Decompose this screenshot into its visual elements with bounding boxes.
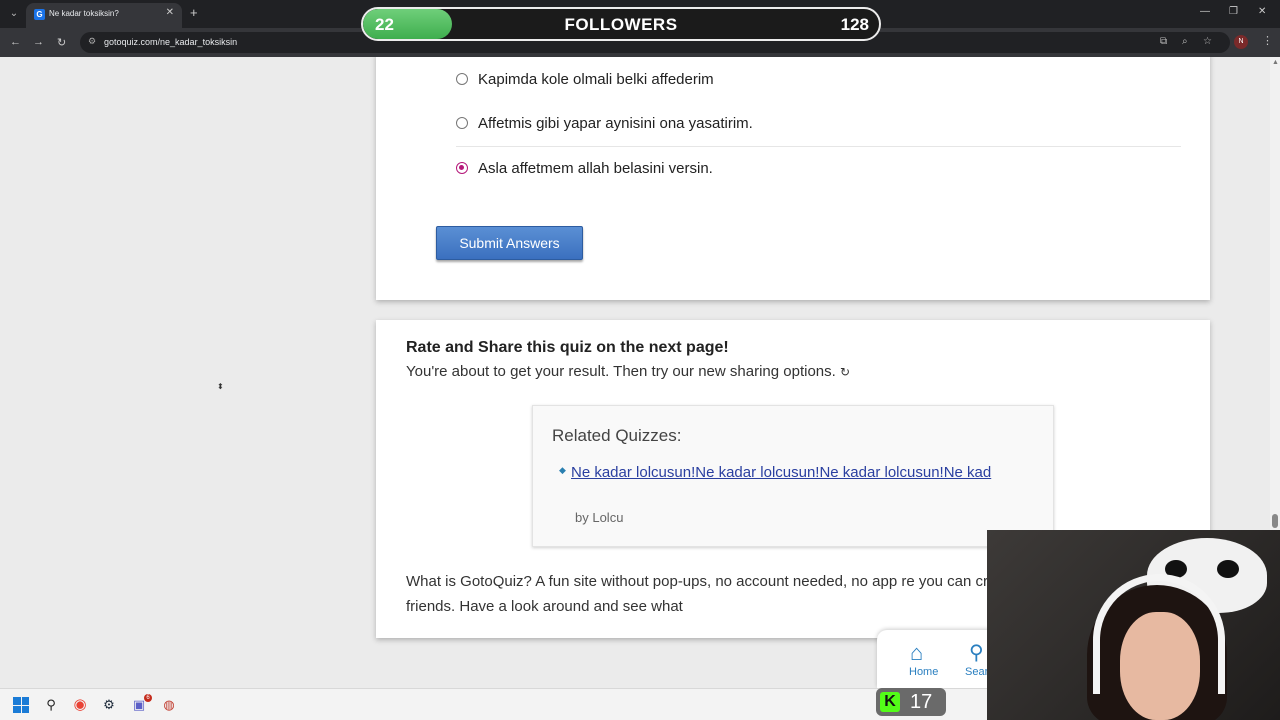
resize-cursor-icon: ⬍ [217, 382, 224, 391]
answer-option[interactable]: Affetmis gibi yapar aynisini ona yasatir… [456, 102, 1181, 146]
tab-title: Ne kadar toksiksin? [49, 9, 119, 18]
answer-radio[interactable] [456, 162, 468, 174]
share-text: You're about to get your result. Then tr… [406, 363, 850, 380]
chrome-icon[interactable]: ◉ [71, 696, 89, 714]
answer-option[interactable]: Asla affetmem allah belasini versin. [456, 146, 1181, 190]
tab-search-icon[interactable]: ⌄ [6, 6, 22, 22]
related-quiz-link[interactable]: Ne kadar lolcusun!Ne kadar lolcusun!Ne k… [560, 460, 1020, 485]
headset-image [1093, 574, 1225, 694]
share-title: Rate and Share this quiz on the next pag… [406, 339, 729, 356]
tab-close-icon[interactable]: ✕ [166, 7, 174, 18]
steam-icon[interactable]: ⚙ [100, 696, 118, 714]
obs-icon[interactable]: ◍ [160, 696, 178, 714]
kick-logo-icon: K [880, 692, 900, 712]
taskbar-search-icon[interactable]: ⚲ [42, 696, 60, 714]
home-label[interactable]: Home [909, 666, 938, 678]
restore-icon[interactable]: ❐ [1229, 6, 1238, 17]
zoom-icon[interactable]: ⌕ [1182, 36, 1188, 47]
minimize-icon[interactable]: — [1200, 6, 1210, 17]
answer-label[interactable]: Asla affetmem allah belasini versin. [478, 160, 713, 177]
followers-label: FOLLOWERS [564, 15, 678, 34]
kick-viewer-counter: K 17 [876, 688, 946, 716]
site-info-icon[interactable]: ⚙ [88, 36, 96, 47]
reload-icon[interactable]: ↻ [57, 36, 66, 49]
back-icon[interactable]: ← [10, 36, 21, 48]
quiz-question-card: Kapimda kole olmali belki affederim Affe… [376, 57, 1210, 300]
search-label[interactable]: Sear [965, 666, 988, 678]
answer-radio[interactable] [456, 117, 468, 129]
bookmark-star-icon[interactable]: ☆ [1203, 36, 1212, 47]
webcam-overlay [987, 530, 1280, 720]
gotoquiz-favicon-icon: G [34, 9, 45, 20]
kick-viewer-count: 17 [910, 691, 933, 713]
answer-label[interactable]: Affetmis gibi yapar aynisini ona yasatir… [478, 115, 753, 132]
search-icon[interactable]: ⚲ [969, 640, 984, 665]
forward-icon[interactable]: → [33, 36, 44, 48]
wink-emoji-icon: ↻ [839, 365, 851, 379]
related-quizzes-title: Related Quizzes: [552, 426, 682, 445]
submit-answers-button[interactable]: Submit Answers [436, 226, 583, 260]
teams-notification-badge: 6 [144, 694, 152, 702]
scroll-thumb[interactable] [1272, 514, 1278, 528]
profile-avatar[interactable]: N [1234, 35, 1248, 49]
share-text-body: You're about to get your result. Then tr… [406, 363, 836, 380]
home-icon[interactable]: ⌂ [910, 640, 923, 666]
browser-tab[interactable]: G Ne kadar toksiksin? ✕ [26, 3, 182, 28]
scroll-up-icon[interactable]: ▲ [1272, 59, 1279, 66]
windows-start-icon[interactable] [13, 697, 29, 713]
followers-goal: 128 [840, 15, 869, 34]
related-quizzes-box: Related Quizzes: ◆ Ne kadar lolcusun!Ne … [532, 405, 1054, 547]
answer-radio[interactable] [456, 73, 468, 85]
related-quiz-author: by Lolcu [575, 510, 624, 525]
new-tab-icon[interactable]: + [190, 5, 198, 20]
url-text[interactable]: gotoquiz.com/ne_kadar_toksiksin [104, 37, 237, 47]
window-close-icon[interactable]: ✕ [1258, 6, 1266, 17]
answer-label[interactable]: Kapimda kole olmali belki affederim [478, 71, 714, 88]
browser-menu-icon[interactable]: ⋮ [1262, 34, 1273, 47]
translate-icon[interactable]: ⧉ [1160, 36, 1167, 47]
answer-option[interactable]: Kapimda kole olmali belki affederim [456, 58, 1181, 102]
followers-goal-bar: 22 FOLLOWERS 128 [361, 7, 881, 41]
